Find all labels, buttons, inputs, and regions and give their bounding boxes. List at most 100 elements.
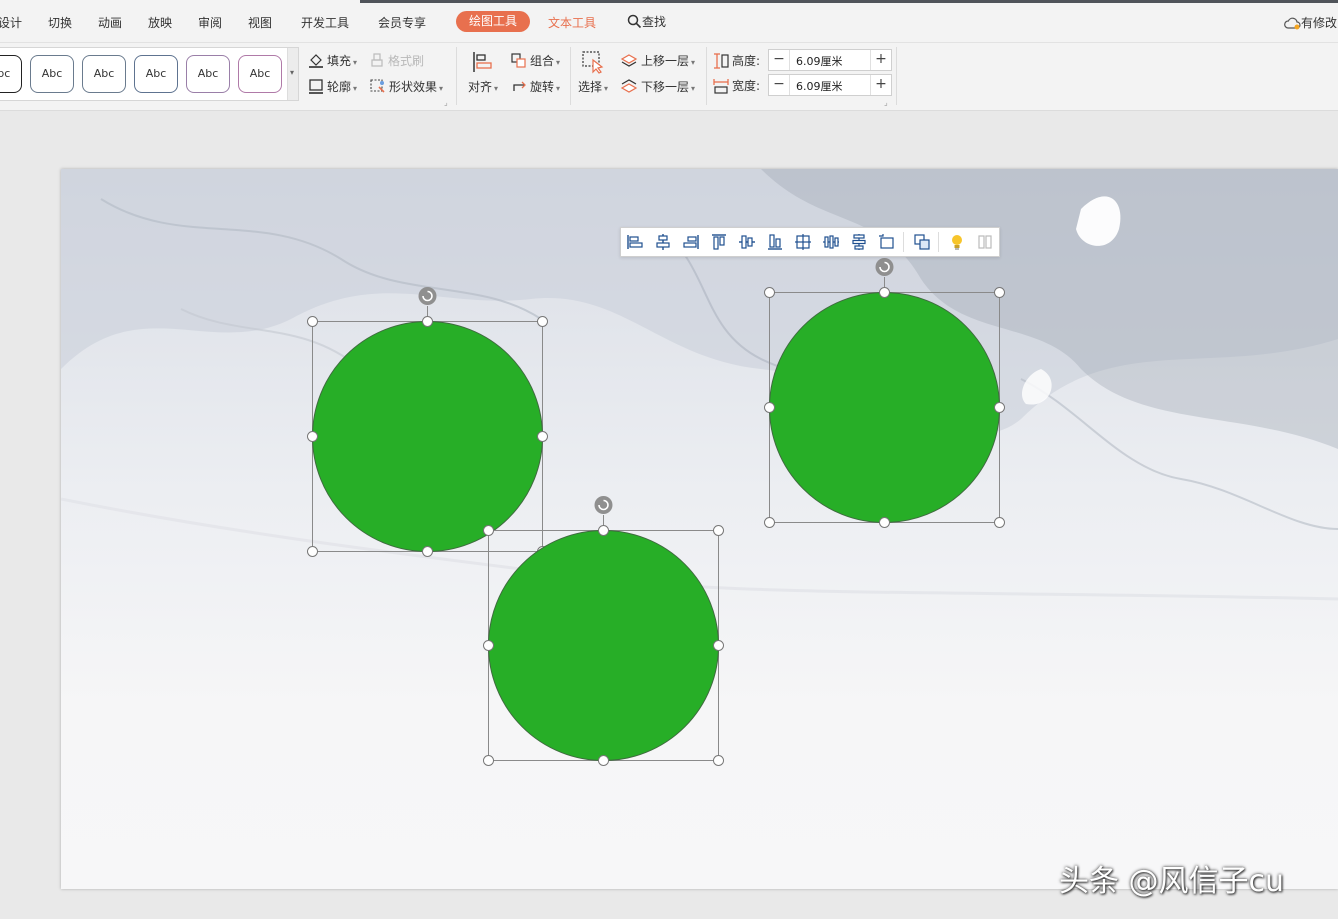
align-top-icon[interactable]: [710, 233, 728, 251]
brush-icon: [371, 53, 383, 67]
resize-handle[interactable]: [994, 517, 1005, 528]
width-value[interactable]: 6.09厘米: [796, 78, 843, 94]
rotate-label: 旋转: [530, 80, 555, 94]
resize-handle[interactable]: [422, 546, 433, 557]
slide-canvas[interactable]: [61, 169, 1338, 889]
select-label: 选择: [577, 80, 602, 94]
resize-handle[interactable]: [307, 431, 318, 442]
shape-effects-button[interactable]: 形状效果 ▾: [370, 78, 443, 95]
ribbon-separator: [570, 47, 571, 105]
menu-view[interactable]: 视图: [248, 14, 272, 31]
align-label: 对齐: [467, 80, 492, 94]
resize-handle[interactable]: [483, 755, 494, 766]
width-label: 宽度:: [713, 77, 760, 94]
select-button[interactable]: 选择 ▾: [574, 50, 612, 95]
resize-handle[interactable]: [879, 517, 890, 528]
resize-handle[interactable]: [994, 402, 1005, 413]
rotate-handle-icon[interactable]: [594, 496, 613, 514]
align-middle-icon[interactable]: [738, 233, 756, 251]
cloud-status[interactable]: 有修改: [1284, 14, 1337, 31]
fill-button[interactable]: 填充 ▾: [308, 52, 357, 69]
bring-forward-button[interactable]: 上移一层 ▾: [620, 52, 695, 69]
align-icon: [473, 52, 492, 72]
rotate-handle-icon[interactable]: [875, 258, 894, 276]
circle-body: [488, 530, 719, 761]
resize-handle[interactable]: [483, 640, 494, 651]
resize-handle[interactable]: [764, 517, 775, 528]
width-stepper[interactable]: − 6.09厘米 +: [768, 74, 892, 96]
resize-handle[interactable]: [713, 525, 724, 536]
resize-handle[interactable]: [713, 640, 724, 651]
tab-drawing-tools[interactable]: 绘图工具: [456, 11, 531, 32]
height-label: 高度:: [713, 52, 760, 69]
align-right-icon[interactable]: [682, 233, 700, 251]
toolbar-separator: [903, 232, 904, 252]
resize-handle[interactable]: [422, 316, 433, 327]
ribbon-separator: [706, 47, 707, 105]
caret-icon: ▾: [556, 58, 561, 67]
resize-handle[interactable]: [307, 546, 318, 557]
green-circle-shape[interactable]: [763, 256, 1013, 532]
ribbon-separator: [456, 47, 457, 105]
more-icon[interactable]: [976, 233, 994, 251]
align-bottom-icon[interactable]: [766, 233, 784, 251]
resize-handle[interactable]: [537, 431, 548, 442]
distribute-horizontal-icon[interactable]: [794, 233, 812, 251]
caret-icon: ▾: [691, 84, 696, 93]
resize-handle[interactable]: [598, 525, 609, 536]
width-increment-button[interactable]: +: [870, 75, 891, 95]
group-button[interactable]: 组合 ▾: [511, 52, 560, 69]
format-painter-button[interactable]: 格式刷: [370, 52, 424, 69]
menu-transition[interactable]: 切换: [48, 14, 72, 31]
width-decrement-button[interactable]: −: [769, 75, 790, 95]
height-increment-button[interactable]: +: [870, 50, 891, 70]
lightbulb-icon[interactable]: [948, 233, 966, 251]
watermark: 头条 @风信子cu: [1059, 864, 1285, 899]
height-decrement-button[interactable]: −: [769, 50, 790, 70]
align-button[interactable]: 对齐 ▾: [464, 50, 502, 95]
resize-handle[interactable]: [994, 287, 1005, 298]
style-swatch[interactable]: Abc: [30, 55, 74, 93]
resize-handle[interactable]: [537, 316, 548, 327]
menu-member[interactable]: 会员专享: [378, 14, 426, 31]
toolbar-separator: [938, 232, 939, 252]
resize-handle[interactable]: [598, 755, 609, 766]
dialog-launcher-icon[interactable]: ⌟: [444, 98, 448, 107]
resize-handle[interactable]: [713, 755, 724, 766]
rotate-handle-icon[interactable]: [418, 287, 437, 305]
distribute-horizontal-alt-icon[interactable]: [822, 233, 840, 251]
menu-design[interactable]: 设计: [0, 14, 22, 31]
rotate-button[interactable]: 旋转 ▾: [511, 78, 560, 95]
gallery-more-button[interactable]: ▾: [287, 48, 298, 100]
send-backward-button[interactable]: 下移一层 ▾: [620, 78, 695, 95]
shape-effects-label: 形状效果: [389, 80, 438, 94]
canvas-align-icon[interactable]: [878, 233, 896, 251]
menu-review[interactable]: 审阅: [198, 14, 222, 31]
style-swatch[interactable]: Abc: [0, 55, 22, 93]
floating-align-toolbar: [620, 227, 1000, 257]
group-icon[interactable]: [913, 233, 931, 251]
resize-handle[interactable]: [764, 402, 775, 413]
style-swatch[interactable]: Abc: [134, 55, 178, 93]
style-swatch[interactable]: Abc: [186, 55, 230, 93]
resize-handle[interactable]: [307, 316, 318, 327]
green-circle-shape[interactable]: [482, 494, 732, 770]
outline-button[interactable]: 轮廓 ▾: [308, 78, 357, 95]
resize-handle[interactable]: [764, 287, 775, 298]
search-button[interactable]: 查找: [627, 13, 666, 30]
resize-handle[interactable]: [879, 287, 890, 298]
dialog-launcher-icon[interactable]: ⌟: [884, 98, 888, 107]
align-left-icon[interactable]: [626, 233, 644, 251]
tab-text-tools[interactable]: 文本工具: [548, 14, 596, 31]
menu-developer[interactable]: 开发工具: [301, 14, 349, 31]
height-stepper[interactable]: − 6.09厘米 +: [768, 49, 892, 71]
style-swatch[interactable]: Abc: [82, 55, 126, 93]
menu-animation[interactable]: 动画: [98, 14, 122, 31]
height-value[interactable]: 6.09厘米: [796, 53, 843, 69]
height-label-text: 高度:: [732, 54, 761, 68]
align-center-icon[interactable]: [654, 233, 672, 251]
style-swatch[interactable]: Abc: [238, 55, 282, 93]
distribute-vertical-icon[interactable]: [850, 233, 868, 251]
menu-slideshow[interactable]: 放映: [148, 14, 172, 31]
resize-handle[interactable]: [483, 525, 494, 536]
